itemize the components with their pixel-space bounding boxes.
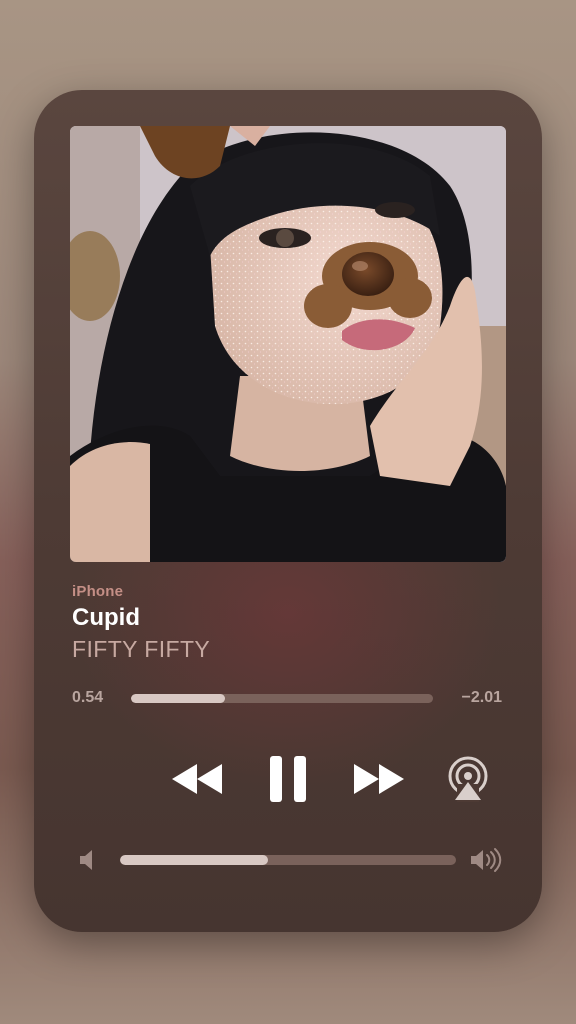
track-artist: FIFTY FIFTY — [72, 636, 211, 662]
rewind-button[interactable] — [170, 762, 224, 796]
artwork-image — [70, 126, 506, 562]
playback-progress-fill — [131, 694, 225, 703]
elapsed-time: 0.54 — [72, 689, 104, 706]
transport-controls — [34, 750, 542, 810]
airplay-icon — [448, 756, 488, 802]
volume-level-fill — [120, 855, 268, 865]
fast-forward-button[interactable] — [352, 762, 406, 796]
remaining-time: −2.01 — [461, 689, 502, 706]
track-title: Cupid — [72, 604, 140, 631]
speaker-low-icon — [80, 850, 92, 870]
playback-source-label: iPhone — [72, 583, 124, 600]
pause-icon — [270, 756, 306, 802]
airplay-button[interactable] — [445, 756, 491, 802]
volume-low-indicator — [79, 849, 95, 871]
fast-forward-icon — [354, 764, 404, 794]
playback-scrubber[interactable] — [131, 694, 433, 703]
speaker-high-icon — [471, 848, 502, 872]
album-artwork — [70, 126, 506, 562]
volume-slider[interactable] — [120, 855, 456, 865]
volume-high-indicator — [470, 847, 504, 873]
pause-button[interactable] — [267, 754, 309, 804]
rewind-icon — [172, 764, 222, 794]
now-playing-card: iPhone Cupid FIFTY FIFTY 0.54 −2.01 — [34, 90, 542, 932]
